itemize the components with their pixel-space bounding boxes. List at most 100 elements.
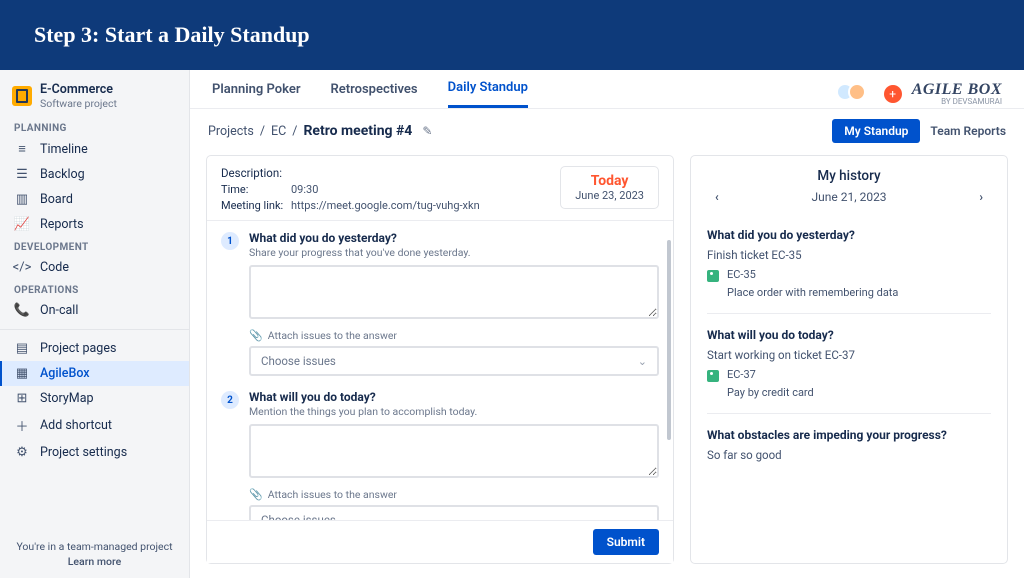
q2-attach-label: 📎Attach issues to the answer: [249, 488, 659, 501]
section-operations: OPERATIONS: [0, 280, 189, 298]
meeting-info: Description: Time: 09:30 Meeting link: h…: [207, 156, 673, 221]
section-planning: PLANNING: [0, 118, 189, 136]
ticket-ec35-desc: Place order with remembering data: [727, 286, 991, 299]
meeting-link[interactable]: https://meet.google.com/tug-vuhg-xkn: [291, 199, 480, 212]
brand-logo: AGILE BOX BY DEVSAMURAI: [912, 82, 1002, 106]
q1-choose-issues[interactable]: Choose issues⌄: [249, 346, 659, 376]
sidebar-item-agilebox[interactable]: ▦ AgileBox: [0, 361, 189, 386]
q2-textarea[interactable]: [249, 424, 659, 478]
sidebar-item-backlog[interactable]: ☰Backlog: [0, 162, 189, 187]
tab-retrospectives[interactable]: Retrospectives: [331, 82, 418, 107]
brand-by: BY DEVSAMURAI: [912, 98, 1002, 106]
submit-bar: Submit: [207, 520, 673, 563]
history-next[interactable]: ›: [979, 190, 983, 204]
breadcrumb-bar: Projects/ EC/ Retro meeting #4 ✎ My Stan…: [190, 108, 1024, 149]
tab-planning-poker[interactable]: Planning Poker: [212, 82, 301, 107]
main: Planning Poker Retrospectives Daily Stan…: [190, 70, 1024, 578]
nav-label: StoryMap: [40, 391, 94, 406]
history-date-nav: ‹ June 21, 2023 ›: [707, 190, 991, 204]
edit-title-icon[interactable]: ✎: [422, 124, 432, 138]
ticket-ec35[interactable]: EC-35: [707, 268, 991, 282]
hist-q2: What will you do today?: [707, 328, 991, 342]
q1-attach-label: 📎Attach issues to the answer: [249, 329, 659, 342]
history-prev[interactable]: ‹: [715, 190, 719, 204]
question-1: 1 What did you do yesterday? Share your …: [221, 231, 659, 376]
my-standup-button[interactable]: My Standup: [832, 119, 920, 143]
nav-label: Project settings: [40, 445, 127, 460]
project-icon: [12, 86, 32, 106]
nav-label: Reports: [40, 217, 84, 232]
nav-label: Code: [40, 260, 69, 275]
sidebar-footer: You're in a team-managed project Learn m…: [0, 532, 189, 578]
board-icon: ▥: [14, 192, 30, 207]
avatar: [848, 83, 866, 101]
tab-daily-standup[interactable]: Daily Standup: [448, 80, 528, 108]
nav-label: Project pages: [40, 341, 116, 356]
plus-icon: ＋: [14, 416, 30, 435]
story-icon: [707, 270, 719, 282]
questions-list: 1 What did you do yesterday? Share your …: [207, 221, 673, 563]
q-number: 2: [221, 391, 239, 409]
crumb-project-key[interactable]: EC: [271, 124, 286, 139]
divider: [707, 313, 991, 314]
tutorial-banner: Step 3: Start a Daily Standup: [0, 0, 1024, 70]
learn-more-link[interactable]: Learn more: [8, 555, 181, 568]
nav-label: On-call: [40, 303, 78, 318]
breadcrumb-title: Retro meeting #4: [303, 123, 412, 139]
sidebar-item-reports[interactable]: 📈Reports: [0, 212, 189, 237]
project-name: E-Commerce: [40, 82, 117, 97]
sidebar-item-project-pages[interactable]: ▤ Project pages: [0, 336, 189, 361]
sidebar: E-Commerce Software project PLANNING ≡ Ti…: [0, 70, 190, 578]
team-reports-button[interactable]: Team Reports: [930, 124, 1006, 138]
ticket-ec37[interactable]: EC-37: [707, 368, 991, 382]
q1-textarea[interactable]: [249, 265, 659, 319]
code-icon: </>: [14, 260, 30, 275]
hist-a1: Finish ticket EC-35: [707, 248, 991, 262]
topbar: Planning Poker Retrospectives Daily Stan…: [190, 70, 1024, 108]
sidebar-divider: [0, 329, 189, 330]
chevron-down-icon: ⌄: [638, 355, 647, 368]
divider: [707, 413, 991, 414]
timeline-icon: ≡: [14, 141, 30, 157]
pages-icon: ▤: [14, 341, 30, 356]
brand-name: AGILE BOX: [912, 82, 1002, 98]
scrollbar[interactable]: [667, 240, 671, 440]
hist-q1: What did you do yesterday?: [707, 228, 991, 242]
sidebar-item-storymap[interactable]: ⊞ StoryMap: [0, 386, 189, 411]
sidebar-item-project-settings[interactable]: ⚙ Project settings: [0, 440, 189, 465]
ticket-id: EC-35: [727, 268, 756, 281]
team-avatars[interactable]: [836, 83, 870, 105]
question-2: 2 What will you do today? Mention the th…: [221, 390, 659, 535]
section-development: DEVELOPMENT: [0, 237, 189, 255]
add-member-button[interactable]: +: [884, 85, 902, 103]
nav-label: Board: [40, 192, 73, 207]
oncall-icon: 📞: [14, 303, 30, 318]
sidebar-item-add-shortcut[interactable]: ＋ Add shortcut: [0, 411, 189, 440]
nav-label: Add shortcut: [40, 418, 112, 433]
time-label: Time:: [221, 183, 291, 196]
sidebar-item-oncall[interactable]: 📞 On-call: [0, 298, 189, 323]
paperclip-icon: 📎: [249, 488, 263, 501]
sidebar-item-board[interactable]: ▥ Board: [0, 187, 189, 212]
crumb-projects[interactable]: Projects: [208, 124, 254, 139]
submit-button[interactable]: Submit: [593, 529, 659, 555]
q2-title: What will you do today?: [249, 390, 477, 404]
q-number: 1: [221, 232, 239, 250]
standup-form-panel: Description: Time: 09:30 Meeting link: h…: [206, 155, 674, 564]
ticket-id: EC-37: [727, 368, 756, 381]
q1-title: What did you do yesterday?: [249, 231, 471, 245]
q1-subtitle: Share your progress that you've done yes…: [249, 246, 471, 259]
sidebar-item-timeline[interactable]: ≡ Timeline: [0, 136, 189, 162]
nav-label: AgileBox: [40, 366, 90, 381]
nav-label: Timeline: [40, 142, 88, 157]
backlog-icon: ☰: [14, 167, 30, 182]
sidebar-item-code[interactable]: </> Code: [0, 255, 189, 280]
description-label: Description:: [221, 166, 480, 180]
story-icon: [707, 370, 719, 382]
gear-icon: ⚙: [14, 445, 30, 460]
project-header[interactable]: E-Commerce Software project: [0, 70, 189, 118]
storymap-icon: ⊞: [14, 391, 30, 406]
today-date: June 23, 2023: [575, 189, 644, 202]
agilebox-icon: ▦: [14, 366, 30, 381]
banner-title: Step 3: Start a Daily Standup: [34, 22, 990, 48]
